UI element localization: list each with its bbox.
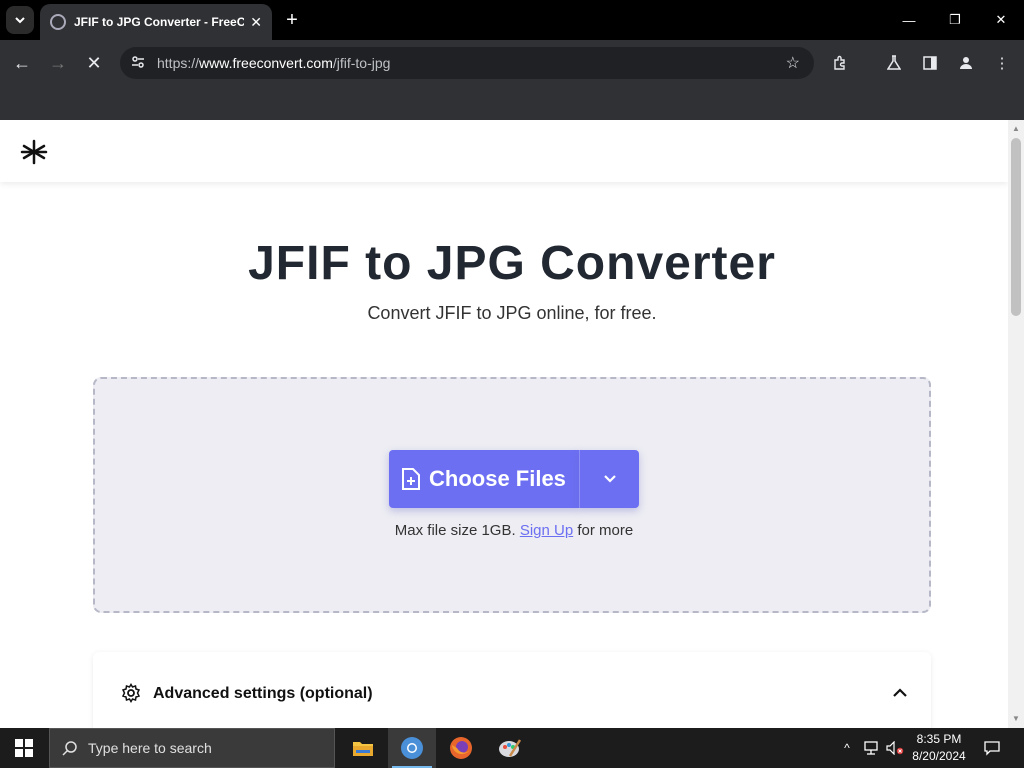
forward-icon[interactable]: → — [44, 49, 72, 77]
web-page: JFIF to JPG Converter Convert JFIF to JP… — [0, 120, 1008, 728]
volume-muted-icon[interactable] — [884, 728, 906, 768]
freeconvert-logo-icon[interactable] — [20, 138, 48, 166]
side-panel-icon[interactable] — [916, 49, 944, 77]
minimize-button[interactable]: — — [886, 0, 932, 40]
sign-up-link[interactable]: Sign Up — [520, 522, 573, 539]
choose-files-label: Choose Files — [429, 466, 566, 491]
close-tab-icon[interactable]: ✕ — [250, 14, 262, 31]
network-icon[interactable] — [860, 728, 882, 768]
restore-button[interactable]: ❐ — [932, 0, 978, 40]
advanced-settings-label: Advanced settings (optional) — [153, 685, 373, 702]
upload-source-dropdown[interactable] — [579, 450, 639, 508]
chevron-down-icon — [603, 475, 616, 483]
add-file-icon — [402, 468, 420, 490]
back-icon[interactable]: ← — [8, 49, 36, 77]
search-icon — [62, 741, 77, 756]
url-text: https://www.freeconvert.com/jfif-to-jpg — [157, 55, 391, 71]
menu-kebab-icon[interactable]: ⋮ — [988, 49, 1016, 77]
chevron-down-icon — [15, 17, 25, 24]
page-scrollbar[interactable]: ▲ ▼ — [1008, 120, 1024, 728]
tab-title: JFIF to JPG Converter - FreeConvert — [74, 15, 244, 29]
address-bar[interactable]: https://www.freeconvert.com/jfif-to-jpg … — [120, 47, 814, 79]
windows-logo-icon — [15, 739, 33, 757]
page-title: JFIF to JPG Converter — [248, 237, 776, 290]
file-explorer-icon[interactable] — [339, 728, 387, 768]
stop-loading-icon[interactable]: ✕ — [80, 49, 108, 77]
tab-strip: JFIF to JPG Converter - FreeConvert ✕ + … — [0, 0, 1024, 40]
windows-start-button[interactable] — [0, 728, 48, 768]
extensions-icon[interactable] — [826, 49, 854, 77]
site-header — [0, 120, 1008, 182]
scroll-thumb[interactable] — [1011, 138, 1021, 316]
profile-icon[interactable] — [952, 49, 980, 77]
active-tab[interactable]: JFIF to JPG Converter - FreeConvert ✕ — [40, 4, 272, 40]
bookmark-star-icon[interactable]: ☆ — [786, 53, 800, 73]
windows-taskbar: Type here to search ^ 8:35 PM 8/20/2024 — [0, 728, 1024, 768]
chrome-taskbar-icon[interactable] — [388, 728, 436, 768]
site-info-icon[interactable] — [122, 55, 154, 72]
system-clock[interactable]: 8:35 PM 8/20/2024 — [904, 731, 974, 765]
file-dropzone[interactable]: Choose Files Max file size 1GB. Sign Up … — [93, 377, 931, 613]
advanced-settings-panel[interactable]: Advanced settings (optional) — [93, 652, 931, 728]
close-window-button[interactable]: ✕ — [978, 0, 1024, 40]
paint-app-icon[interactable] — [486, 728, 534, 768]
notifications-icon[interactable] — [980, 728, 1004, 768]
labs-flask-icon[interactable] — [880, 49, 908, 77]
tray-overflow-icon[interactable]: ^ — [838, 728, 856, 768]
taskbar-search-box[interactable]: Type here to search — [49, 728, 335, 768]
bookmark-bar — [0, 86, 1024, 120]
chevron-up-icon[interactable] — [891, 684, 909, 702]
choose-files-button[interactable]: Choose Files — [389, 450, 579, 508]
scroll-down-icon[interactable]: ▼ — [1012, 714, 1020, 723]
gear-icon — [121, 683, 141, 703]
max-file-size-note: Max file size 1GB. Sign Up for more — [394, 522, 634, 539]
page-subtitle: Convert JFIF to JPG online, for free. — [367, 303, 657, 323]
scroll-up-icon[interactable]: ▲ — [1012, 124, 1020, 133]
favicon-icon — [50, 14, 66, 30]
tab-search-button[interactable] — [6, 6, 34, 34]
new-tab-button[interactable]: + — [280, 8, 304, 32]
firefox-icon[interactable] — [437, 728, 485, 768]
